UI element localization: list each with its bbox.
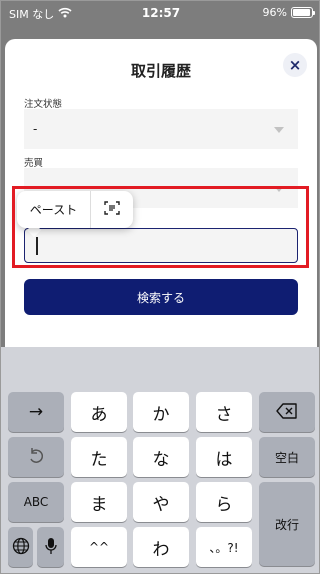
trade-side-label: 売買: [24, 158, 44, 169]
key-globe[interactable]: [8, 527, 33, 567]
status-bar: SIM なし 12:57 96%: [1, 1, 319, 25]
status-right: 96%: [262, 6, 315, 19]
key-wa[interactable]: わ: [133, 527, 189, 567]
key-ka[interactable]: か: [133, 392, 189, 432]
key-return[interactable]: 改行: [259, 482, 315, 566]
order-status-label: 注文状態: [24, 99, 63, 110]
key-sa[interactable]: さ: [196, 392, 252, 432]
chevron-down-icon: [274, 127, 284, 133]
screen: SIM なし 12:57 96% 取引履歴 × 注文状態 - 売買 - 検索する…: [0, 0, 320, 574]
annotation-highlight: [12, 186, 309, 268]
order-status-select[interactable]: -: [24, 109, 298, 149]
sheet-title: 取引履歴: [130, 62, 191, 80]
search-button[interactable]: 検索する: [24, 279, 298, 315]
globe-icon: [12, 537, 30, 558]
key-ma[interactable]: ま: [71, 482, 127, 522]
key-undo[interactable]: [8, 437, 64, 477]
keyboard: → あ か さ た な は 空白 ABC ま や ら 改行 ^^ わ 、。?!: [1, 347, 319, 573]
battery-icon: [291, 7, 315, 18]
close-icon: ×: [288, 55, 302, 74]
undo-icon: [27, 447, 45, 468]
key-ha[interactable]: は: [196, 437, 252, 477]
key-ra[interactable]: ら: [196, 482, 252, 522]
key-a[interactable]: あ: [71, 392, 127, 432]
key-ya[interactable]: や: [133, 482, 189, 522]
backspace-icon: [276, 402, 298, 422]
key-ta[interactable]: た: [71, 437, 127, 477]
microphone-icon: [44, 537, 57, 558]
key-abc[interactable]: ABC: [8, 482, 64, 522]
order-status-value: -: [33, 122, 38, 136]
key-dictation[interactable]: [37, 527, 64, 567]
key-delete[interactable]: [259, 392, 315, 432]
close-button[interactable]: ×: [283, 53, 307, 77]
key-na[interactable]: な: [133, 437, 189, 477]
key-space[interactable]: 空白: [259, 437, 315, 477]
key-next[interactable]: →: [8, 392, 64, 432]
key-dakuten[interactable]: ^^: [71, 527, 127, 567]
key-punctuation[interactable]: 、。?!: [196, 527, 252, 567]
battery-percent: 96%: [262, 6, 287, 19]
